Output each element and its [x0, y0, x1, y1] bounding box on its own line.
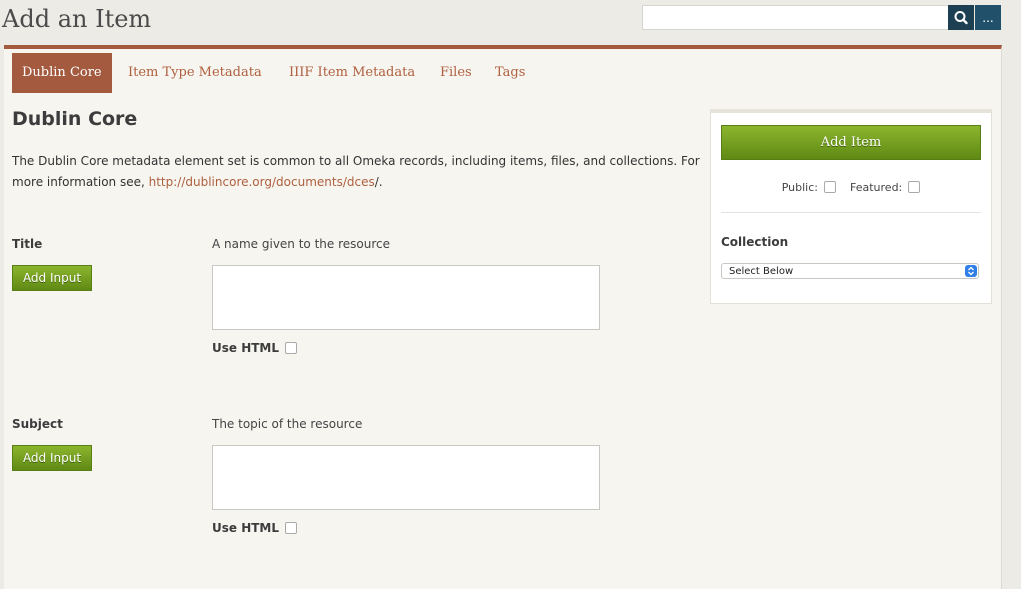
field-label-subject: Subject: [12, 417, 63, 431]
tab-item-type-metadata[interactable]: Item Type Metadata: [128, 53, 262, 93]
collection-selected-value: Select Below: [729, 266, 794, 277]
search-input[interactable]: [642, 5, 952, 30]
use-html-label: Use HTML: [212, 521, 280, 535]
visibility-options: Public: Featured:: [711, 179, 991, 195]
search-icon: [954, 11, 968, 25]
tab-iiif-item-metadata[interactable]: IIIF Item Metadata: [289, 53, 415, 93]
search-button[interactable]: [948, 5, 974, 30]
use-html-checkbox-title[interactable]: [285, 342, 298, 354]
featured-checkbox[interactable]: [908, 181, 921, 193]
field-description-subject: The topic of the resource: [212, 417, 363, 431]
main-card: Dublin Core Item Type Metadata IIIF Item…: [4, 45, 1002, 589]
public-checkbox[interactable]: [824, 181, 836, 193]
tab-files[interactable]: Files: [440, 53, 472, 93]
add-input-button-title[interactable]: Add Input: [12, 265, 92, 291]
add-input-button-subject[interactable]: Add Input: [12, 445, 92, 471]
collection-select[interactable]: Select Below: [721, 263, 979, 279]
featured-label: Featured:: [850, 180, 903, 194]
use-html-checkbox-subject[interactable]: [285, 522, 298, 534]
advanced-search-button[interactable]: ...: [975, 5, 1001, 30]
intro-text-end: /.: [374, 175, 383, 189]
page-title: Add an Item: [2, 5, 152, 33]
collection-label: Collection: [721, 235, 789, 249]
select-arrows-icon: [965, 265, 977, 277]
save-panel: Add Item Public: Featured: Collection Se…: [710, 109, 992, 304]
field-description-title: A name given to the resource: [212, 237, 390, 251]
add-item-button[interactable]: Add Item: [721, 125, 981, 160]
field-label-title: Title: [12, 237, 43, 251]
tab-dublin-core[interactable]: Dublin Core: [12, 53, 112, 93]
section-intro: The Dublin Core metadata element set is …: [12, 151, 702, 193]
divider: [721, 212, 981, 213]
subject-textarea[interactable]: [212, 445, 600, 510]
title-textarea[interactable]: [212, 265, 600, 330]
use-html-row-subject: Use HTML: [212, 519, 298, 537]
public-label: Public:: [781, 180, 818, 194]
tab-tags[interactable]: Tags: [495, 53, 525, 93]
section-title: Dublin Core: [12, 108, 138, 130]
use-html-row-title: Use HTML: [212, 339, 298, 357]
dublin-core-link[interactable]: http://dublincore.org/documents/dces: [149, 175, 375, 189]
use-html-label: Use HTML: [212, 341, 280, 355]
